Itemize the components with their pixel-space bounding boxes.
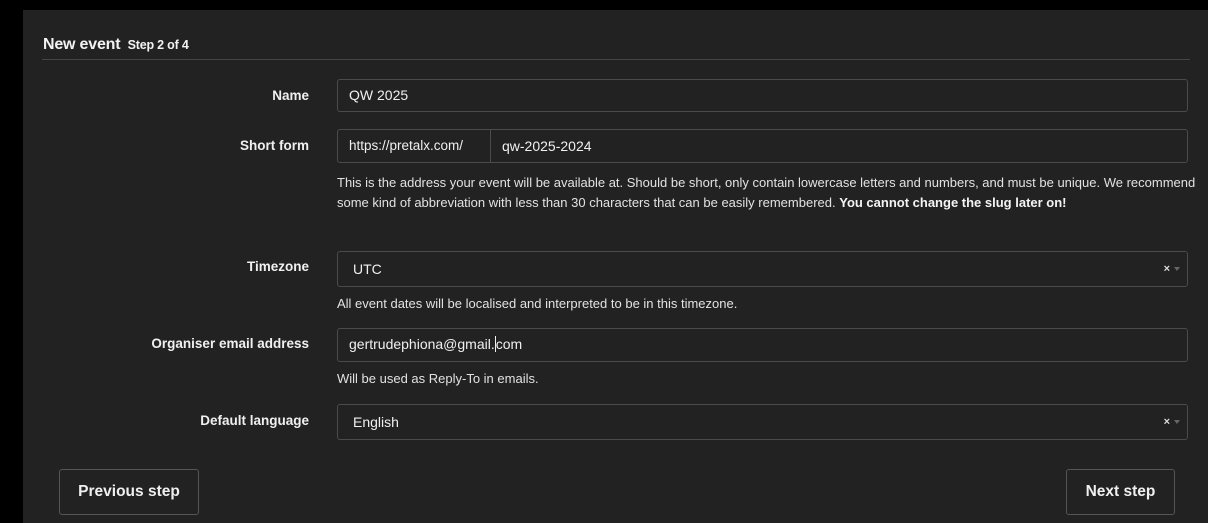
email-label: Organiser email address bbox=[151, 336, 309, 351]
short-form-value: qw-2025-2024 bbox=[502, 138, 592, 154]
name-input[interactable]: QW 2025 bbox=[337, 79, 1188, 112]
name-input-value: QW 2025 bbox=[349, 87, 409, 103]
chevron-down-icon[interactable] bbox=[1174, 267, 1180, 271]
clear-icon[interactable]: × bbox=[1164, 405, 1170, 439]
previous-step-button[interactable]: Previous step bbox=[59, 469, 199, 515]
url-prefix: https://pretalx.com/ bbox=[338, 130, 491, 162]
short-form-help-warning: You cannot change the slug later on! bbox=[839, 195, 1067, 210]
language-label: Default language bbox=[200, 413, 309, 428]
timezone-value: UTC bbox=[353, 261, 382, 277]
timezone-label: Timezone bbox=[246, 259, 309, 274]
chevron-down-icon[interactable] bbox=[1174, 420, 1180, 424]
timezone-select[interactable]: UTC × bbox=[337, 251, 1188, 287]
event-wizard-panel: New event Step 2 of 4 Name QW 2025 Short… bbox=[23, 10, 1208, 523]
short-form-help: This is the address your event will be a… bbox=[337, 173, 1197, 213]
step-indicator: Step 2 of 4 bbox=[127, 38, 189, 52]
short-form-label: Short form bbox=[240, 138, 309, 153]
email-value-end: com bbox=[495, 336, 523, 352]
title-divider bbox=[42, 59, 1190, 60]
email-field[interactable]: gertrudephiona@gmail.com bbox=[337, 328, 1188, 362]
email-help: Will be used as Reply-To in emails. bbox=[337, 371, 539, 386]
page-title: New event Step 2 of 4 bbox=[43, 36, 189, 54]
clear-icon[interactable]: × bbox=[1164, 252, 1170, 286]
page-title-text: New event bbox=[43, 36, 121, 53]
language-value: English bbox=[353, 414, 399, 430]
short-form-input[interactable]: qw-2025-2024 bbox=[491, 130, 1187, 162]
language-select[interactable]: English × bbox=[337, 404, 1188, 440]
name-label: Name bbox=[272, 88, 309, 103]
short-form-group: https://pretalx.com/ qw-2025-2024 bbox=[337, 129, 1188, 163]
email-value-start: gertrudephiona@gmail. bbox=[349, 336, 495, 352]
next-step-button[interactable]: Next step bbox=[1066, 469, 1175, 515]
timezone-help: All event dates will be localised and in… bbox=[337, 296, 738, 311]
